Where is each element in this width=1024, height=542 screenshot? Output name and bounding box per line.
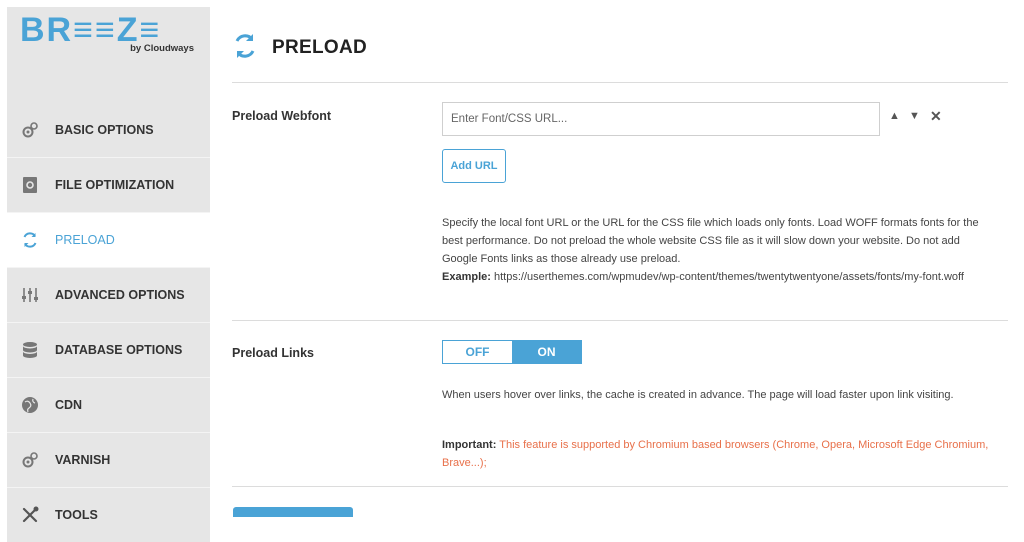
sidebar-item-preload[interactable]: PRELOAD <box>7 212 210 267</box>
sidebar: BR≡≡Z≡ by Cloudways BASIC OPTIONS FILE O… <box>7 7 210 542</box>
sliders-icon <box>20 285 40 305</box>
sidebar-item-label: DATABASE OPTIONS <box>55 343 183 357</box>
sidebar-item-label: TOOLS <box>55 508 98 522</box>
sidebar-item-cdn[interactable]: CDN <box>7 377 210 432</box>
database-icon <box>20 340 40 360</box>
sidebar-item-file-optimization[interactable]: FILE OPTIMIZATION <box>7 157 210 212</box>
preload-links-description: When users hover over links, the cache i… <box>442 389 954 401</box>
sync-arrows-icon <box>232 31 258 66</box>
sidebar-item-label: CDN <box>55 398 83 412</box>
font-url-input[interactable] <box>442 102 880 136</box>
gears-icon <box>20 450 40 470</box>
move-down-icon[interactable]: ▼ <box>909 110 920 122</box>
preload-webfont-label: Preload Webfont <box>232 109 332 123</box>
preload-links-label: Preload Links <box>232 346 314 360</box>
tools-icon <box>20 505 40 525</box>
toggle-on-option[interactable]: ON <box>512 341 581 363</box>
sidebar-item-label: FILE OPTIMIZATION <box>55 178 175 192</box>
sidebar-item-label: VARNISH <box>55 453 111 467</box>
add-url-button[interactable]: Add URL <box>442 149 506 183</box>
sidebar-item-basic-options[interactable]: BASIC OPTIONS <box>7 103 210 157</box>
toggle-off-option[interactable]: OFF <box>443 341 512 363</box>
divider <box>232 486 1008 487</box>
sidebar-item-label: ADVANCED OPTIONS <box>55 288 185 302</box>
move-up-icon[interactable]: ▲ <box>889 110 900 122</box>
main-content: PRELOAD Preload Webfont ▲ ▼ ✕ Add URL Sp… <box>232 0 1008 517</box>
divider <box>232 320 1008 321</box>
sidebar-item-database-options[interactable]: DATABASE OPTIONS <box>7 322 210 377</box>
preload-links-toggle[interactable]: OFF ON <box>442 340 582 364</box>
example-label: Example: <box>442 271 491 283</box>
divider <box>232 82 1008 83</box>
gears-icon <box>20 120 40 140</box>
description-text: Specify the local font URL or the URL fo… <box>442 217 979 265</box>
preload-webfont-description: Specify the local font URL or the URL fo… <box>442 214 998 286</box>
sidebar-item-varnish[interactable]: VARNISH <box>7 432 210 487</box>
sidebar-item-label: BASIC OPTIONS <box>55 123 154 137</box>
sidebar-item-advanced-options[interactable]: ADVANCED OPTIONS <box>7 267 210 322</box>
file-gear-icon <box>20 175 40 195</box>
page-header: PRELOAD <box>232 28 367 68</box>
globe-icon <box>20 395 40 415</box>
page-title: PRELOAD <box>272 37 367 58</box>
sidebar-item-label: PRELOAD <box>55 233 115 247</box>
example-value: https://userthemes.com/wpmudev/wp-conten… <box>493 271 964 283</box>
important-label: Important: <box>442 439 497 451</box>
close-icon[interactable]: ✕ <box>930 108 942 125</box>
important-note: Important: This feature is supported by … <box>442 436 998 472</box>
save-button[interactable] <box>233 507 353 517</box>
sync-arrows-icon <box>20 230 40 250</box>
important-text: This feature is supported by Chromium ba… <box>442 439 989 469</box>
logo-byline: by Cloudways <box>130 43 194 54</box>
breeze-logo: BR≡≡Z≡ by Cloudways <box>7 7 210 81</box>
